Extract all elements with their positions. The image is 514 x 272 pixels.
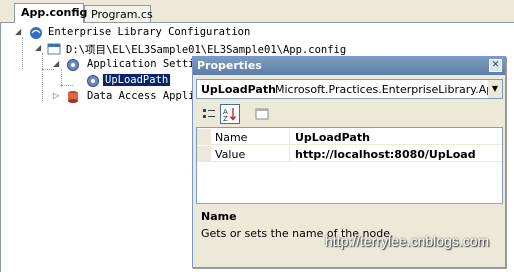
column-separator (289, 146, 290, 162)
properties-title-bar[interactable]: Properties ✕ (193, 57, 505, 75)
row-gutter (197, 129, 211, 145)
property-key: Value (215, 148, 246, 161)
property-value[interactable]: UpLoadPath (295, 131, 370, 144)
tree-node-config-file-label: D:\项目\EL\EL3Sample01\EL3Sample01\App.con… (66, 44, 347, 56)
config-file-icon (47, 43, 61, 55)
collapse-icon[interactable]: ◢ (53, 60, 62, 69)
gear-icon (67, 59, 79, 71)
tree-node-root[interactable]: ◢ Enterprise Library Configuration (15, 25, 275, 41)
properties-title: Properties (197, 59, 262, 72)
alphabetical-icon[interactable]: AZ (220, 104, 240, 124)
tree-node-config-file[interactable]: ◢ D:\项目\EL\EL3Sample01\EL3Sample01\App.c… (35, 41, 365, 57)
watermark-text: http://terrylee.cnblogs.com (325, 233, 490, 249)
properties-toolbar: AZ (196, 103, 503, 125)
object-type: Microsoft.Practices.EnterpriseLibrary.Ap… (275, 83, 502, 96)
database-icon (68, 91, 78, 103)
categorized-icon[interactable] (199, 104, 219, 124)
collapse-icon[interactable]: ◢ (15, 28, 24, 37)
tree-node-application-settings[interactable]: ◢ Application Settings (53, 57, 213, 73)
gear-icon (87, 75, 99, 87)
description-title: Name (201, 210, 237, 223)
object-name: UpLoadPath (201, 83, 276, 96)
enterprise-library-icon (30, 27, 42, 39)
tree-guide-line (61, 85, 73, 86)
object-selector[interactable]: UpLoadPath Microsoft.Practices.Enterpris… (196, 79, 503, 99)
chevron-down-icon[interactable]: ▼ (488, 80, 502, 98)
property-row-value[interactable]: Value http://localhost:8080/UpLoad (197, 146, 502, 162)
property-pages-icon[interactable] (252, 104, 272, 124)
tree-node-setting-uploadpath[interactable]: UpLoadPath (73, 73, 183, 89)
document-tabstrip: App.config Program.cs (0, 0, 514, 23)
tree-node-root-label: Enterprise Library Configuration (48, 26, 251, 38)
property-key: Name (215, 131, 248, 144)
property-value[interactable]: http://localhost:8080/UpLoad (295, 148, 476, 161)
tree-node-setting-label: UpLoadPath (103, 74, 171, 86)
tree-guide-line (42, 53, 43, 101)
column-separator (289, 129, 290, 145)
property-row-name[interactable]: Name UpLoadPath (197, 129, 502, 145)
expand-icon[interactable]: ▷ (53, 92, 62, 101)
tab-app-config[interactable]: App.config (14, 3, 87, 23)
close-icon[interactable]: ✕ (489, 59, 502, 72)
tab-program-cs[interactable]: Program.cs (84, 5, 153, 23)
collapse-icon[interactable]: ◢ (35, 44, 44, 53)
svg-text:Z: Z (223, 115, 228, 122)
row-gutter (197, 146, 211, 162)
tree-guide-line (22, 37, 23, 69)
